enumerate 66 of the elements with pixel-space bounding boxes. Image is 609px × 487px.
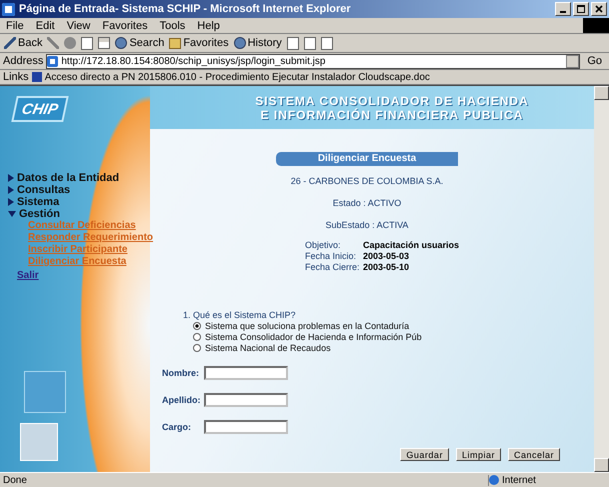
address-field[interactable]: http://172.18.80.154:8080/schip_unisys/jsp/login_submit.jsp: [46, 54, 580, 68]
logo: CHIP: [11, 96, 69, 122]
detail-label: Fecha Cierre:: [304, 262, 361, 272]
radio-button[interactable]: [193, 322, 201, 330]
link-item[interactable]: Acceso directo a PN 2015806.010 - Procedimiento Ejecutar Instalador Cloudscape.doc: [32, 72, 430, 82]
form-button[interactable]: Limpiar: [456, 448, 501, 461]
detail-label: Objetivo:: [304, 240, 342, 250]
exit-link[interactable]: Salir: [17, 270, 39, 281]
detail-value: 2003-05-10: [362, 262, 410, 272]
menu-item[interactable]: File: [6, 20, 24, 32]
substatus-text: SubEstado : ACTIVA: [326, 220, 408, 232]
radio-button[interactable]: [193, 344, 201, 352]
radio-button[interactable]: [193, 332, 201, 340]
vertical-scrollbar[interactable]: [594, 86, 609, 472]
links-label: Links: [3, 71, 29, 83]
stop-icon: [64, 37, 76, 49]
sidebar-item[interactable]: Sistema: [8, 196, 150, 208]
browser-icon: [2, 2, 15, 16]
field-label: Cargo:: [162, 422, 192, 432]
maximize-icon: [577, 5, 585, 13]
banner-title: SISTEMA CONSOLIDADOR DE HACIENDA: [255, 94, 529, 108]
search-button[interactable]: Search: [115, 37, 164, 49]
sidebar-item[interactable]: Gestión: [8, 208, 150, 220]
field-label: Nombre:: [162, 368, 200, 378]
sidebar-item[interactable]: Consultas: [8, 184, 150, 196]
menu-item[interactable]: Favorites: [102, 20, 148, 32]
globe-icon: [489, 475, 499, 485]
back-button[interactable]: Back: [4, 37, 42, 49]
text-field[interactable]: [204, 420, 288, 434]
tile-drawing: [24, 371, 66, 413]
detail-value: Capacitación usuarios: [362, 240, 460, 250]
question-text: 1. Qué es el Sistema CHIP?: [183, 310, 297, 320]
history-button[interactable]: History: [234, 37, 282, 49]
form-button[interactable]: Cancelar: [508, 448, 560, 461]
detail-value: 2003-05-03: [362, 251, 410, 261]
folder-icon: [169, 38, 182, 48]
section-heading: Diligenciar Encuesta: [276, 152, 458, 166]
maximize-button[interactable]: [573, 2, 589, 16]
page-icon: [47, 56, 58, 66]
entity-name: 26 - CARBONES DE COLOMBIA S.A.: [290, 176, 444, 188]
menu-item[interactable]: View: [66, 20, 90, 32]
favorites-button[interactable]: Favorites: [169, 37, 229, 49]
status-text: Estado : ACTIVO: [332, 198, 402, 210]
close-button[interactable]: [591, 2, 607, 16]
menu-item[interactable]: Tools: [160, 20, 186, 32]
scroll-up-icon[interactable]: [594, 86, 609, 100]
go-button[interactable]: Go: [583, 55, 606, 67]
option-label: Sistema que soluciona problemas en la Contaduría: [205, 320, 410, 330]
form-button[interactable]: Guardar: [400, 448, 449, 461]
menu-item[interactable]: Edit: [36, 20, 55, 32]
address-label: Address: [3, 55, 44, 67]
text-field[interactable]: [204, 366, 288, 380]
status-text: Done: [3, 474, 28, 486]
tile-drawing: [20, 423, 58, 461]
menu-item[interactable]: Help: [197, 20, 220, 32]
field-label: Apellido:: [162, 395, 202, 405]
minimize-button[interactable]: [555, 2, 571, 16]
detail-label: Fecha Inicio:: [304, 251, 358, 261]
text-field[interactable]: [204, 393, 288, 407]
option-label: Sistema Consolidador de Hacienda e Información Púb: [205, 332, 422, 342]
zone-label: Internet: [502, 474, 536, 486]
scroll-down-icon[interactable]: [594, 458, 609, 472]
close-icon: [595, 5, 603, 13]
option-label: Sistema Nacional de Recaudos: [205, 342, 331, 352]
banner-subtitle: E INFORMACIÓN FINANCIERA PUBLICA: [260, 108, 524, 122]
window-title: Página de Entrada- Sistema SCHIP - Microsoft Internet Explorer: [19, 3, 352, 15]
